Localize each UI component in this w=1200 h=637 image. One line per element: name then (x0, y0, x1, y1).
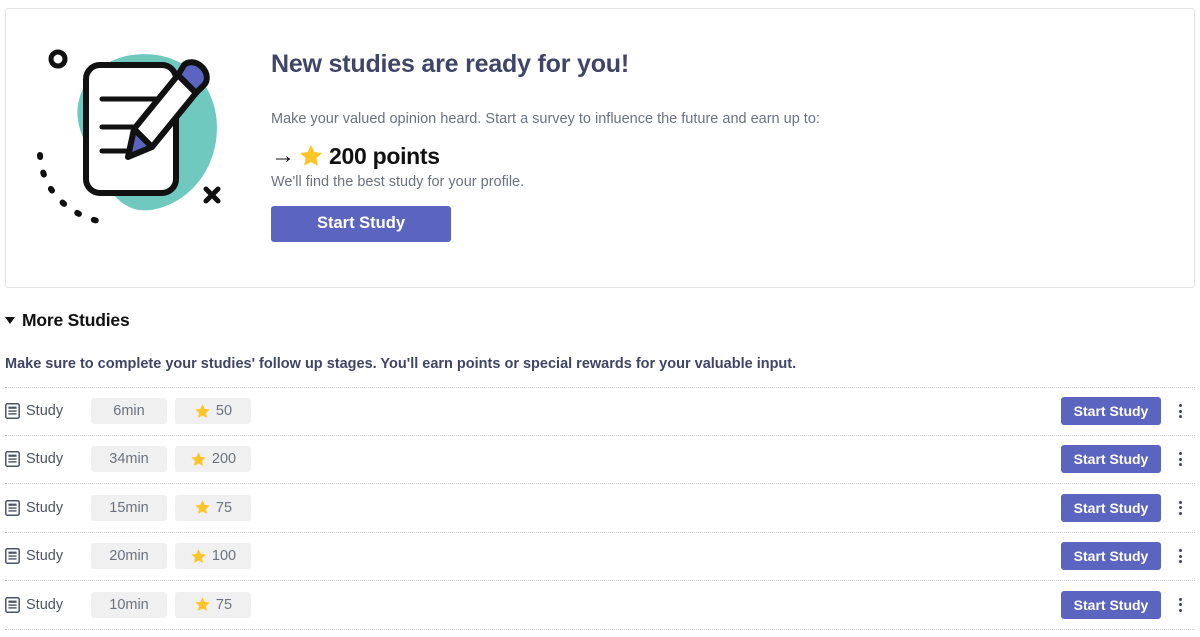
study-list: Study 6min 50 Start Study Study 34min 200 Start… (5, 387, 1195, 630)
star-icon (191, 452, 206, 466)
more-options-icon[interactable] (1171, 549, 1189, 564)
document-icon (5, 499, 20, 516)
hero-card: New studies are ready for you! Make your… (5, 8, 1195, 288)
study-label-group: Study (5, 597, 83, 613)
study-name: Study (26, 499, 64, 516)
document-icon (5, 548, 20, 565)
start-study-button[interactable]: Start Study (1061, 397, 1161, 426)
start-study-button[interactable]: Start Study (1061, 493, 1161, 522)
document-icon (5, 451, 20, 468)
star-icon (191, 549, 206, 563)
star-icon (195, 597, 210, 612)
star-icon (300, 145, 322, 167)
duration-badge: 34min (91, 446, 167, 473)
circle-accent-icon (48, 49, 68, 69)
points-value: 200 (211, 451, 237, 468)
points-value: 100 (211, 548, 237, 565)
study-name: Study (26, 403, 64, 420)
star-icon (195, 500, 210, 515)
points-badge: 200 (175, 446, 251, 473)
points-value: 75 (215, 499, 233, 516)
study-name: Study (26, 451, 64, 468)
study-label-group: Study (5, 451, 83, 467)
points-value: 75 (215, 596, 233, 613)
start-study-button[interactable]: Start Study (1061, 445, 1161, 474)
right-arrow-icon: → (271, 142, 295, 170)
more-studies-title: More Studies (22, 310, 130, 330)
more-studies-description: Make sure to complete your studies' foll… (5, 356, 797, 372)
table-row: Study 10min 75 Start Study (5, 581, 1195, 630)
chevron-down-icon (5, 317, 15, 324)
study-label-group: Study (5, 403, 83, 419)
table-row: Study 20min 100 Start Study (5, 533, 1195, 581)
survey-document-pencil-illustration (6, 9, 271, 287)
document-icon (5, 596, 20, 613)
study-label-group: Study (5, 548, 83, 564)
table-row: Study 15min 75 Start Study (5, 484, 1195, 533)
page-title: New studies are ready for you! (271, 50, 630, 78)
table-row: Study 34min 200 Start Study (5, 436, 1195, 484)
duration-badge: 15min (91, 494, 167, 521)
start-study-button[interactable]: Start Study (1061, 542, 1161, 571)
points-badge: 50 (175, 398, 251, 425)
more-options-icon[interactable] (1171, 452, 1189, 467)
more-options-icon[interactable] (1171, 500, 1189, 515)
duration-badge: 10min (91, 591, 167, 618)
start-study-button[interactable]: Start Study (1061, 590, 1161, 619)
duration-badge: 6min (91, 398, 167, 425)
points-badge: 75 (175, 591, 251, 618)
illustration-svg (37, 49, 221, 224)
hero-subtitle: Make your valued opinion heard. Start a … (271, 110, 820, 127)
study-name: Study (26, 596, 64, 613)
points-badge: 75 (175, 494, 251, 521)
study-name: Study (26, 548, 64, 565)
duration-badge: 20min (91, 543, 167, 570)
more-options-icon[interactable] (1171, 597, 1189, 612)
points-highlight: → 200 points (271, 143, 1194, 170)
more-options-icon[interactable] (1171, 404, 1189, 419)
points-value: 200 points (329, 142, 440, 169)
hero-content: New studies are ready for you! Make your… (271, 9, 1194, 242)
x-accent-icon (203, 186, 221, 204)
points-badge: 100 (175, 543, 251, 570)
table-row: Study 6min 50 Start Study (5, 387, 1195, 436)
hero-note: We'll find the best study for your profi… (271, 173, 525, 190)
points-value: 50 (215, 403, 233, 420)
star-icon (195, 404, 210, 418)
more-studies-toggle[interactable]: More Studies (5, 310, 130, 331)
start-study-button[interactable]: Start Study (271, 205, 451, 242)
document-icon (5, 403, 20, 420)
study-label-group: Study (5, 500, 83, 516)
